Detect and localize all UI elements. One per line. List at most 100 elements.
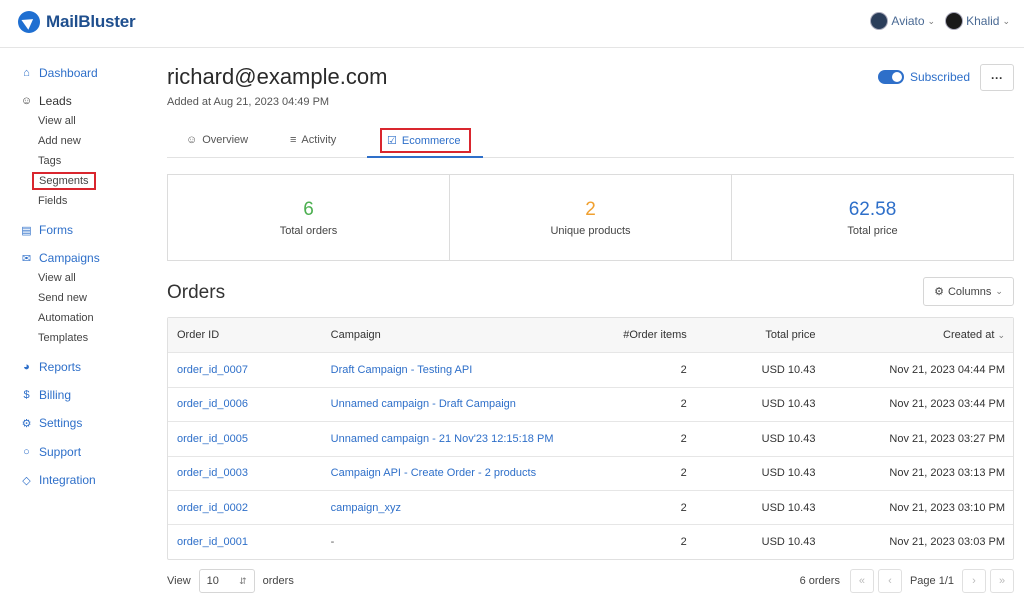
campaign-link[interactable]: Unnamed campaign - Draft Campaign xyxy=(323,398,607,410)
chevron-down-icon: ⌄ xyxy=(1002,15,1010,26)
header-campaign[interactable]: Campaign xyxy=(323,329,607,341)
table-row[interactable]: order_id_0003 Campaign API - Create Orde… xyxy=(168,455,1013,490)
sidebar-sub-templates[interactable]: Templates xyxy=(38,332,88,344)
lead-tabs: ☺ Overview ≡ Activity ☑ Ecommerce xyxy=(167,128,1014,158)
account-switcher-aviato[interactable]: Aviato ⌄ xyxy=(870,12,935,30)
order-id-link[interactable]: order_id_0002 xyxy=(168,502,323,514)
order-id-link[interactable]: order_id_0007 xyxy=(168,364,323,376)
columns-label: Columns xyxy=(947,285,992,298)
account-name: Aviato xyxy=(891,14,925,28)
header-order-id[interactable]: Order ID xyxy=(168,329,323,341)
user-menu[interactable]: Khalid ⌄ xyxy=(945,12,1010,30)
order-items: 2 xyxy=(680,467,687,480)
sidebar-item-label: Settings xyxy=(39,416,83,430)
order-id-link[interactable]: order_id_0001 xyxy=(168,536,323,548)
sidebar-item-support[interactable]: ○ Support xyxy=(20,445,81,459)
user-name: Khalid xyxy=(966,14,1000,28)
sidebar-sub-add-new[interactable]: Add new xyxy=(38,135,81,147)
order-price: USD 10.43 xyxy=(761,501,816,514)
order-price: USD 10.43 xyxy=(761,432,816,445)
sidebar-sub-fields[interactable]: Fields xyxy=(38,195,67,207)
order-price: USD 10.43 xyxy=(761,398,816,411)
order-id-link[interactable]: order_id_0003 xyxy=(168,467,323,479)
tab-activity[interactable]: ≡ Activity xyxy=(290,134,336,146)
page-size-select[interactable]: 10 ⇵ xyxy=(198,569,255,593)
order-price: USD 10.43 xyxy=(761,364,816,377)
order-price: USD 10.43 xyxy=(761,536,816,549)
subscribed-toggle[interactable] xyxy=(877,70,904,84)
chevron-down-icon: ⌄ xyxy=(995,286,1003,296)
sidebar-item-dashboard[interactable]: ⌂ Dashboard xyxy=(20,66,98,80)
stat-label: Unique products xyxy=(550,225,631,237)
mail-icon: ✉ xyxy=(21,252,32,265)
ecommerce-stats: 6 Total orders 2 Unique products 62.58 T… xyxy=(167,174,1014,261)
order-id-link[interactable]: order_id_0006 xyxy=(168,398,323,410)
page-size-value: 10 xyxy=(206,575,219,587)
next-page-icon[interactable]: › xyxy=(962,569,986,593)
order-items: 2 xyxy=(680,501,687,514)
chat-icon: ○ xyxy=(23,446,30,458)
order-created: Nov 21, 2023 03:44 PM xyxy=(889,398,1005,411)
active-tab-indicator xyxy=(367,156,483,158)
sidebar-sub-tags[interactable]: Tags xyxy=(38,155,61,167)
table-row[interactable]: order_id_0001 - 2 USD 10.43 Nov 21, 2023… xyxy=(168,524,1013,558)
prev-page-icon[interactable]: ‹ xyxy=(877,569,902,593)
order-created: Nov 21, 2023 03:27 PM xyxy=(889,432,1005,445)
stat-value: 62.58 xyxy=(848,199,897,220)
campaign-link[interactable]: campaign_xyz xyxy=(323,502,607,514)
sidebar-sub-automation[interactable]: Automation xyxy=(38,312,94,324)
home-icon: ⌂ xyxy=(23,67,30,79)
order-items: 2 xyxy=(680,536,687,549)
chevron-down-icon: ⌄ xyxy=(927,15,936,26)
first-page-icon[interactable]: « xyxy=(849,569,874,593)
table-row[interactable]: order_id_0005 Unnamed campaign - 21 Nov'… xyxy=(168,421,1013,455)
last-page-icon[interactable]: » xyxy=(990,569,1014,593)
logo[interactable]: MailBluster xyxy=(18,11,136,33)
page-size-control: View 10 ⇵ orders xyxy=(167,569,294,593)
sidebar-sub-view-all-campaigns[interactable]: View all xyxy=(38,272,76,284)
order-created: Nov 21, 2023 03:10 PM xyxy=(889,501,1005,514)
top-bar: MailBluster Aviato ⌄ Khalid ⌄ xyxy=(0,0,1024,48)
campaign-link[interactable]: Campaign API - Create Order - 2 products xyxy=(323,467,607,479)
tab-overview[interactable]: ☺ Overview xyxy=(186,134,248,146)
order-created: Nov 21, 2023 04:44 PM xyxy=(889,364,1005,377)
sidebar-item-settings[interactable]: ⚙ Settings xyxy=(20,416,83,430)
sidebar-item-leads[interactable]: ☺ Leads xyxy=(20,94,72,108)
sidebar-sub-view-all-leads[interactable]: View all xyxy=(38,115,76,127)
orders-table: Order ID Campaign #Order items Total pri… xyxy=(167,317,1014,560)
sidebar-item-label: Billing xyxy=(39,388,72,402)
more-options-button[interactable]: ··· xyxy=(980,64,1014,91)
campaign-link[interactable]: Unnamed campaign - 21 Nov'23 12:15:18 PM xyxy=(323,433,607,445)
sidebar-item-billing[interactable]: $ Billing xyxy=(20,388,71,402)
tab-ecommerce[interactable]: ☑ Ecommerce xyxy=(387,134,461,148)
sidebar-item-forms[interactable]: ▤ Forms xyxy=(20,223,73,237)
order-price: USD 10.43 xyxy=(761,467,816,480)
campaign-link[interactable]: Draft Campaign - Testing API xyxy=(323,364,607,376)
tab-label: Activity xyxy=(301,134,337,146)
table-row[interactable]: order_id_0006 Unnamed campaign - Draft C… xyxy=(168,386,1013,421)
table-row[interactable]: order_id_0002 campaign_xyz 2 USD 10.43 N… xyxy=(168,489,1013,524)
lead-added-date: Added at Aug 21, 2023 04:49 PM xyxy=(167,96,330,108)
order-id-link[interactable]: order_id_0005 xyxy=(168,433,323,445)
sidebar-sub-segments[interactable]: Segments xyxy=(32,172,96,190)
cart-icon: ☑ xyxy=(387,135,397,147)
sidebar-sub-send-new[interactable]: Send new xyxy=(38,292,87,304)
table-row[interactable]: order_id_0007 Draft Campaign - Testing A… xyxy=(168,352,1013,386)
sidebar-item-reports[interactable]: ◕ Reports xyxy=(20,360,81,374)
header-created-at[interactable]: Created at ⌄ xyxy=(815,329,1013,341)
stat-total-orders: 6 Total orders xyxy=(168,175,450,260)
sidebar-item-integration[interactable]: ◇ Integration xyxy=(20,473,95,487)
dollar-icon: $ xyxy=(23,389,30,401)
header-total-price[interactable]: Total price xyxy=(687,329,815,341)
sort-icon: ⌄ xyxy=(997,330,1005,341)
order-items: 2 xyxy=(680,432,687,445)
sidebar-item-campaigns[interactable]: ✉ Campaigns xyxy=(20,251,100,265)
stat-value: 6 xyxy=(303,199,314,220)
logo-icon xyxy=(18,11,40,33)
header-order-items[interactable]: #Order items xyxy=(607,329,687,341)
unit-label: orders xyxy=(262,575,294,587)
columns-button[interactable]: ⚙ Columns ⌄ xyxy=(923,277,1014,306)
subscribed-label: Subscribed xyxy=(909,70,970,84)
sidebar-item-label: Dashboard xyxy=(39,66,98,80)
stat-total-price: 62.58 Total price xyxy=(732,175,1013,260)
